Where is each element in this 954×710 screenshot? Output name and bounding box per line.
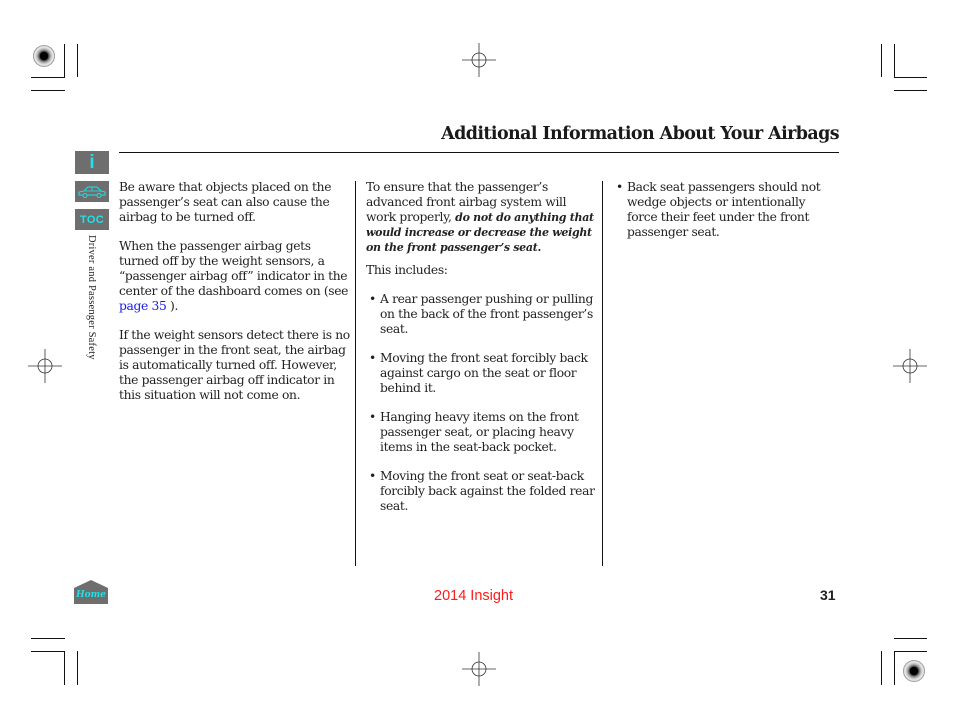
crop-mark: [77, 44, 78, 77]
bullet-icon: •: [616, 180, 623, 194]
crop-mark: [31, 651, 65, 652]
home-label: Home: [75, 590, 106, 600]
home-button[interactable]: Home: [74, 580, 108, 604]
car-icon: [78, 186, 106, 198]
list-item: • Hanging heavy items on the front passen…: [366, 410, 596, 455]
crop-mark: [64, 44, 65, 77]
paragraph-text: When the passenger airbag gets turned of…: [119, 239, 349, 298]
list-item: • A rear passenger pushing or pulling on …: [366, 292, 596, 337]
paragraph-text: ).: [166, 299, 179, 313]
list-item-text: Moving the front seat or seat-back forci…: [380, 469, 595, 513]
paragraph: If the weight sensors detect there is no…: [119, 328, 350, 402]
column-divider: [355, 181, 356, 566]
crosshair-mark-bottom: [462, 652, 496, 686]
registration-mark-top-left: [33, 45, 55, 67]
paragraph: To ensure that the passenger’s advanced …: [366, 180, 596, 255]
crop-mark: [31, 90, 65, 91]
includes-label: This includes:: [366, 263, 448, 277]
list-item: • Moving the front seat forcibly back aga…: [366, 351, 596, 396]
column-3: • Back seat passengers should not wedge o…: [613, 180, 835, 254]
title-divider: [119, 152, 839, 153]
crosshair-mark-top: [462, 43, 496, 77]
crop-mark: [31, 77, 65, 78]
list-item-text: Back seat passengers should not wedge ob…: [627, 180, 821, 239]
list-item: • Moving the front seat or seat-back forc…: [366, 469, 596, 514]
bullet-icon: •: [369, 292, 376, 306]
info-icon: i: [89, 152, 95, 173]
bullet-icon: •: [369, 410, 376, 424]
registration-mark-bottom-right: [903, 660, 925, 682]
toc-label: TOC: [80, 213, 104, 226]
paragraph: Be aware that objects placed on the pass…: [119, 180, 332, 224]
bullet-icon: •: [369, 469, 376, 483]
crop-mark: [894, 90, 927, 91]
crosshair-mark-left: [28, 349, 62, 383]
crop-mark: [64, 651, 65, 685]
crop-mark: [894, 651, 895, 685]
column-2: To ensure that the passenger’s advanced …: [366, 180, 596, 528]
column-1: Be aware that objects placed on the pass…: [119, 180, 351, 417]
page-35-link[interactable]: page 35: [119, 299, 167, 313]
model-name: 2014 Insight: [434, 588, 514, 604]
bullet-icon: •: [369, 351, 376, 365]
list-item-text: Moving the front seat forcibly back agai…: [380, 351, 588, 395]
list-item-text: Hanging heavy items on the front passeng…: [380, 410, 579, 454]
crop-mark: [894, 651, 927, 652]
paragraph: When the passenger airbag gets turned of…: [119, 239, 351, 314]
list-item: • Back seat passengers should not wedge o…: [613, 180, 835, 240]
section-label: Driver and Passenger Safety: [86, 235, 97, 360]
bullet-list: • A rear passenger pushing or pulling on …: [366, 292, 596, 514]
crop-mark: [894, 77, 927, 78]
page-title: Additional Information About Your Airbag…: [441, 124, 839, 144]
crop-mark: [894, 638, 927, 639]
crosshair-mark-right: [893, 349, 927, 383]
crop-mark: [881, 44, 882, 77]
bullet-list: • Back seat passengers should not wedge o…: [613, 180, 835, 240]
vehicle-index-button[interactable]: [75, 181, 109, 202]
toc-button[interactable]: TOC: [75, 209, 109, 230]
column-divider: [602, 181, 603, 566]
crop-mark: [894, 44, 895, 77]
info-button[interactable]: i: [75, 151, 109, 174]
page-number: 31: [820, 587, 836, 603]
list-item-text: A rear passenger pushing or pulling on t…: [380, 292, 593, 336]
crop-mark: [77, 651, 78, 685]
crop-mark: [31, 638, 65, 639]
crop-mark: [881, 651, 882, 685]
home-icon: Home: [74, 580, 108, 604]
